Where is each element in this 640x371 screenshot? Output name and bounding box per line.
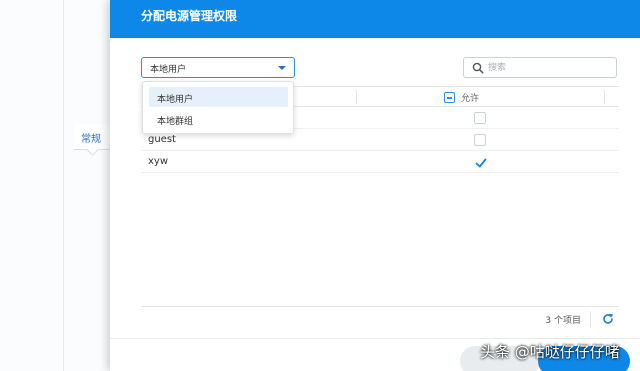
table-row[interactable]: xyw — [141, 151, 619, 173]
column-divider[interactable] — [356, 90, 357, 104]
item-count: 3 个项目 — [545, 316, 581, 326]
background-divider — [63, 0, 64, 371]
dialog-header: 分配电源管理权限 — [110, 0, 640, 38]
dialog-footer-divider — [110, 338, 640, 339]
table-footer: 3 个项目 — [141, 306, 619, 330]
menu-item-local-users[interactable]: 本地用户 — [149, 87, 288, 107]
user-name: xyw — [148, 156, 169, 167]
scope-select[interactable]: 本地用户 — [141, 57, 295, 78]
scope-select-value: 本地用户 — [150, 65, 187, 75]
allow-checkbox-checked[interactable] — [474, 156, 487, 168]
refresh-icon[interactable] — [601, 312, 615, 326]
footer-divider — [590, 311, 591, 327]
menu-item-local-groups[interactable]: 本地群组 — [149, 109, 288, 129]
chevron-down-icon — [278, 66, 286, 70]
search-input[interactable] — [488, 60, 608, 75]
scope-dropdown-menu: 本地用户 本地群组 — [142, 81, 294, 134]
select-all-checkbox[interactable] — [444, 92, 455, 103]
dialog-title: 分配电源管理权限 — [141, 9, 238, 23]
column-header-allow-label: 允许 — [461, 94, 480, 104]
allow-checkbox[interactable] — [474, 112, 486, 124]
search-box[interactable] — [463, 57, 617, 78]
allow-checkbox[interactable] — [474, 134, 486, 146]
search-icon — [472, 62, 484, 74]
check-icon — [475, 158, 487, 168]
column-divider[interactable] — [604, 90, 605, 104]
column-header-allow: 允许 — [444, 91, 480, 104]
watermark-text: 头条 @咕哒仔仔仔啫 — [480, 343, 620, 361]
power-permission-dialog: 分配电源管理权限 本地用户 允许 guest — [110, 0, 640, 371]
user-name: guest — [148, 134, 176, 145]
tab-general[interactable]: 常规 — [74, 124, 110, 150]
